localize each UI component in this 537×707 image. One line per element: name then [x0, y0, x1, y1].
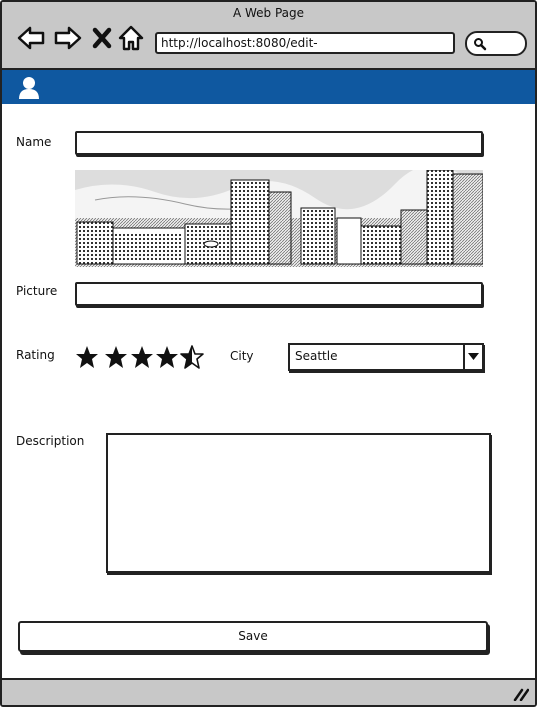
- close-x-icon[interactable]: [91, 24, 113, 52]
- picture-input[interactable]: [75, 282, 483, 306]
- name-label: Name: [16, 135, 52, 149]
- name-input[interactable]: [75, 131, 483, 155]
- city-select-value: Seattle: [295, 349, 338, 363]
- save-button[interactable]: Save: [18, 621, 488, 652]
- back-arrow-icon[interactable]: [16, 24, 46, 52]
- description-label: Description: [16, 434, 85, 448]
- resize-grip-icon[interactable]: [513, 687, 529, 701]
- search-icon: [474, 38, 487, 51]
- browser-toolbar: A Web Page http://localhost:8080/edit-: [2, 2, 535, 70]
- browser-search-field[interactable]: [465, 31, 527, 56]
- star-3-icon[interactable]: [130, 345, 154, 369]
- picture-label: Picture: [16, 284, 58, 298]
- app-header-bar: [2, 70, 535, 104]
- home-icon[interactable]: [117, 24, 145, 52]
- browser-window: A Web Page http://localhost:8080/edit- N…: [0, 0, 537, 707]
- star-2-icon[interactable]: [104, 345, 128, 369]
- star-half-icon[interactable]: [180, 345, 204, 369]
- star-4-icon[interactable]: [155, 345, 179, 369]
- window-title: A Web Page: [232, 6, 305, 20]
- star-1-icon[interactable]: [75, 345, 99, 369]
- city-select[interactable]: Seattle: [288, 343, 484, 371]
- forward-arrow-icon[interactable]: [53, 24, 83, 52]
- chevron-down-icon: [468, 353, 479, 360]
- rating-label: Rating: [16, 348, 55, 362]
- browser-status-bar: [2, 678, 535, 705]
- description-textarea[interactable]: [106, 433, 491, 573]
- city-label: City: [230, 349, 254, 363]
- url-bar[interactable]: http://localhost:8080/edit-: [155, 32, 455, 54]
- user-icon[interactable]: [18, 76, 40, 100]
- picture-preview-image: [75, 170, 483, 267]
- city-dropdown-button[interactable]: [463, 345, 482, 369]
